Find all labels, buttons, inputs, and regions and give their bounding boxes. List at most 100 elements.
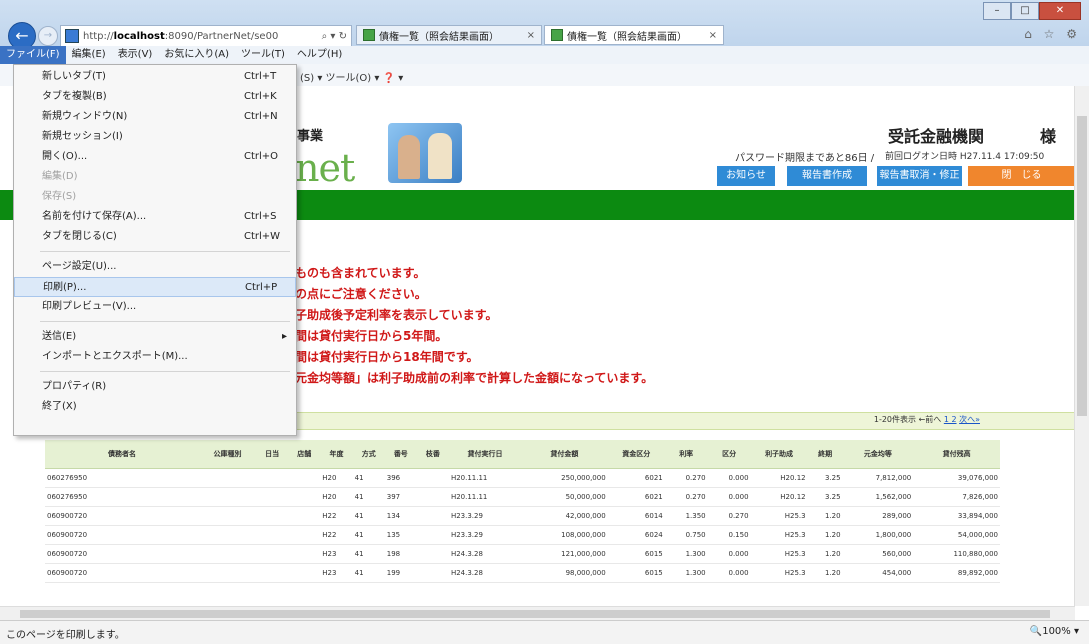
table-cell: 39,076,000 <box>913 468 1000 488</box>
table-cell: 060900720 <box>45 563 199 583</box>
browser-tab-2[interactable]: 債権一覧（照会結果画面） × <box>544 25 724 45</box>
notice-line: 間は貸付実行日から5年間。 <box>295 329 448 343</box>
table-cell: 41 <box>352 525 385 545</box>
table-cell <box>288 525 321 545</box>
file-menu-item[interactable]: 終了(X) <box>14 397 296 417</box>
col-header: 番号 <box>384 440 417 469</box>
table-cell: H23 <box>320 544 353 564</box>
table-cell <box>256 506 289 526</box>
file-menu-item-print[interactable]: 印刷(P)... Ctrl+P <box>14 277 296 297</box>
table-cell: H25.3 <box>750 544 808 564</box>
table-cell <box>288 544 321 564</box>
table-cell: 1.300 <box>664 544 708 564</box>
table-cell: 060900720 <box>45 544 199 564</box>
menu-item-label: 印刷プレビュー(V)... <box>42 301 137 312</box>
menu-item-shortcut: Ctrl+O <box>244 151 279 162</box>
table-cell: H25.3 <box>750 525 808 545</box>
notice-line: 子助成後予定利率を表示しています。 <box>295 308 498 322</box>
menu-help[interactable]: ヘルプ(H) <box>291 46 348 64</box>
address-bar[interactable]: http:// localhost :8090/PartnerNet/se00 … <box>60 25 352 47</box>
tab-close-icon[interactable]: × <box>699 30 717 41</box>
table-cell: 1.20 <box>807 525 843 545</box>
table-cell: H23 <box>320 563 353 583</box>
menu-item-shortcut: Ctrl+K <box>244 91 277 102</box>
table-cell <box>256 525 289 545</box>
address-controls[interactable]: ⌕ ▾ ↻ <box>322 31 347 42</box>
file-menu-item[interactable]: 開く(O)... Ctrl+O <box>14 147 296 167</box>
table-row: 060900720 H23 41 198 H24.3.28 121,000,000 6015… <box>45 544 1000 564</box>
table-cell: 560,000 <box>842 544 914 564</box>
table-cell <box>288 487 321 507</box>
pager-next-link[interactable]: 次へ» <box>959 415 980 424</box>
file-menu-item[interactable]: プロパティ(R) <box>14 377 296 397</box>
zoom-control[interactable]: 🔍100% ▾ <box>1030 626 1079 637</box>
menu-separator <box>40 321 290 322</box>
col-header: 貸付金額 <box>521 440 608 469</box>
col-header: 枝番 <box>416 440 449 469</box>
table-cell <box>288 506 321 526</box>
horizontal-scrollbar[interactable] <box>0 606 1075 621</box>
bank-title: 受託金融機関 <box>888 127 985 146</box>
file-menu-item[interactable]: 送信(E) ▸ <box>14 327 296 347</box>
table-cell: 1,800,000 <box>842 525 914 545</box>
table-cell: 33,894,000 <box>913 506 1000 526</box>
tab-close-icon[interactable]: × <box>517 30 535 41</box>
horizontal-scroll-thumb[interactable] <box>20 610 1050 618</box>
forward-button[interactable]: → <box>38 26 58 46</box>
table-cell: H20.12 <box>750 487 808 507</box>
table-header-row: 債務者名 公庫種別 日当 店舗 年度 方式 番号 枝番 貸付実行日 貸付金額 資… <box>45 440 1000 469</box>
table-cell: 060900720 <box>45 506 199 526</box>
nav-report-create-button[interactable]: 報告書作成 <box>787 166 867 186</box>
close-window-button[interactable]: ✕ <box>1039 2 1081 20</box>
file-menu-item[interactable]: タブを閉じる(C) Ctrl+W <box>14 227 296 247</box>
nav-logout-button[interactable]: 閉 じる <box>968 166 1075 186</box>
table-cell: 0.150 <box>707 525 751 545</box>
maximize-button[interactable]: □ <box>1011 2 1039 20</box>
menu-item-label: 新規ウィンドウ(N) <box>42 111 128 122</box>
address-host: localhost <box>113 30 165 42</box>
pager-pages[interactable]: 1 2 <box>944 415 957 424</box>
table-cell <box>416 544 449 564</box>
site-logo: net <box>295 146 355 190</box>
table-cell: 198 <box>384 544 417 564</box>
table-cell: 1.20 <box>807 563 843 583</box>
command-bar-items[interactable]: (S) ▾ ツール(O) ▾ ❓ ▾ <box>300 69 403 84</box>
table-cell: 060276950 <box>45 487 199 507</box>
file-menu-item[interactable]: タブを複製(B) Ctrl+K <box>14 87 296 107</box>
file-menu-item[interactable]: 名前を付けて保存(A)... Ctrl+S <box>14 207 296 227</box>
table-row: 060276950 H20 41 397 H20.11.11 50,000,000 6021… <box>45 487 1000 507</box>
file-menu-item[interactable]: 新規ウィンドウ(N) Ctrl+N <box>14 107 296 127</box>
table-cell <box>288 468 321 488</box>
table-cell: 250,000,000 <box>521 468 608 488</box>
notice-line: 間は貸付実行日から18年間です。 <box>295 350 479 364</box>
menu-tools[interactable]: ツール(T) <box>235 46 291 64</box>
menu-file[interactable]: ファイル(F) <box>0 46 66 64</box>
vertical-scrollbar[interactable] <box>1074 86 1089 606</box>
table-cell: 134 <box>384 506 417 526</box>
file-menu-item[interactable]: 新規セッション(I) <box>14 127 296 147</box>
table-cell <box>199 506 257 526</box>
vertical-scroll-thumb[interactable] <box>1077 116 1087 416</box>
browser-tab-1[interactable]: 債権一覧（照会結果画面） × <box>356 25 542 45</box>
menu-favorites[interactable]: お気に入り(A) <box>158 46 235 64</box>
minimize-button[interactable]: – <box>983 2 1011 20</box>
menu-item-shortcut: Ctrl+N <box>244 111 278 122</box>
file-menu-item-disabled: 編集(D) <box>14 167 296 187</box>
file-menu-item[interactable]: 印刷プレビュー(V)... <box>14 297 296 317</box>
table-cell: 0.000 <box>707 487 751 507</box>
table-cell: 1.20 <box>807 506 843 526</box>
menu-edit[interactable]: 編集(E) <box>66 46 112 64</box>
table-cell: 6021 <box>607 487 665 507</box>
file-menu-item[interactable]: インポートとエクスポート(M)... <box>14 347 296 367</box>
home-favorites-settings-icons[interactable]: ⌂ ☆ ⚙ <box>1024 27 1081 41</box>
menu-item-shortcut: Ctrl+T <box>244 71 277 82</box>
table-cell <box>288 563 321 583</box>
nav-report-fix-button[interactable]: 報告書取消・修正 <box>877 166 962 186</box>
table-cell: 1.350 <box>664 506 708 526</box>
file-menu-item[interactable]: ページ設定(U)... <box>14 257 296 277</box>
table-cell: 6015 <box>607 563 665 583</box>
menu-view[interactable]: 表示(V) <box>112 46 159 64</box>
file-menu-item[interactable]: 新しいタブ(T) Ctrl+T <box>14 67 296 87</box>
table-cell: 121,000,000 <box>521 544 608 564</box>
nav-notice-button[interactable]: お知らせ <box>717 166 775 186</box>
